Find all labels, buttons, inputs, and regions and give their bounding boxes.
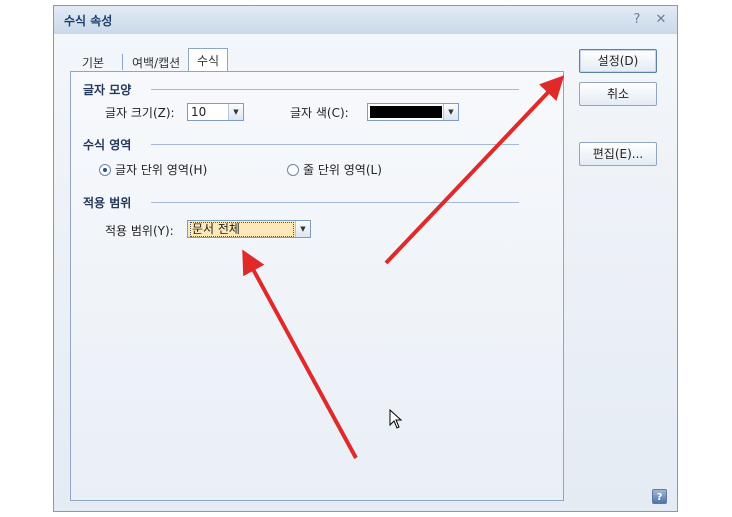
mouse-pointer-icon (389, 409, 403, 429)
annotation-arrow-to-apply-range (242, 249, 358, 459)
annotation-arrow-to-set-button (384, 75, 565, 265)
annotation-arrows (242, 75, 565, 459)
